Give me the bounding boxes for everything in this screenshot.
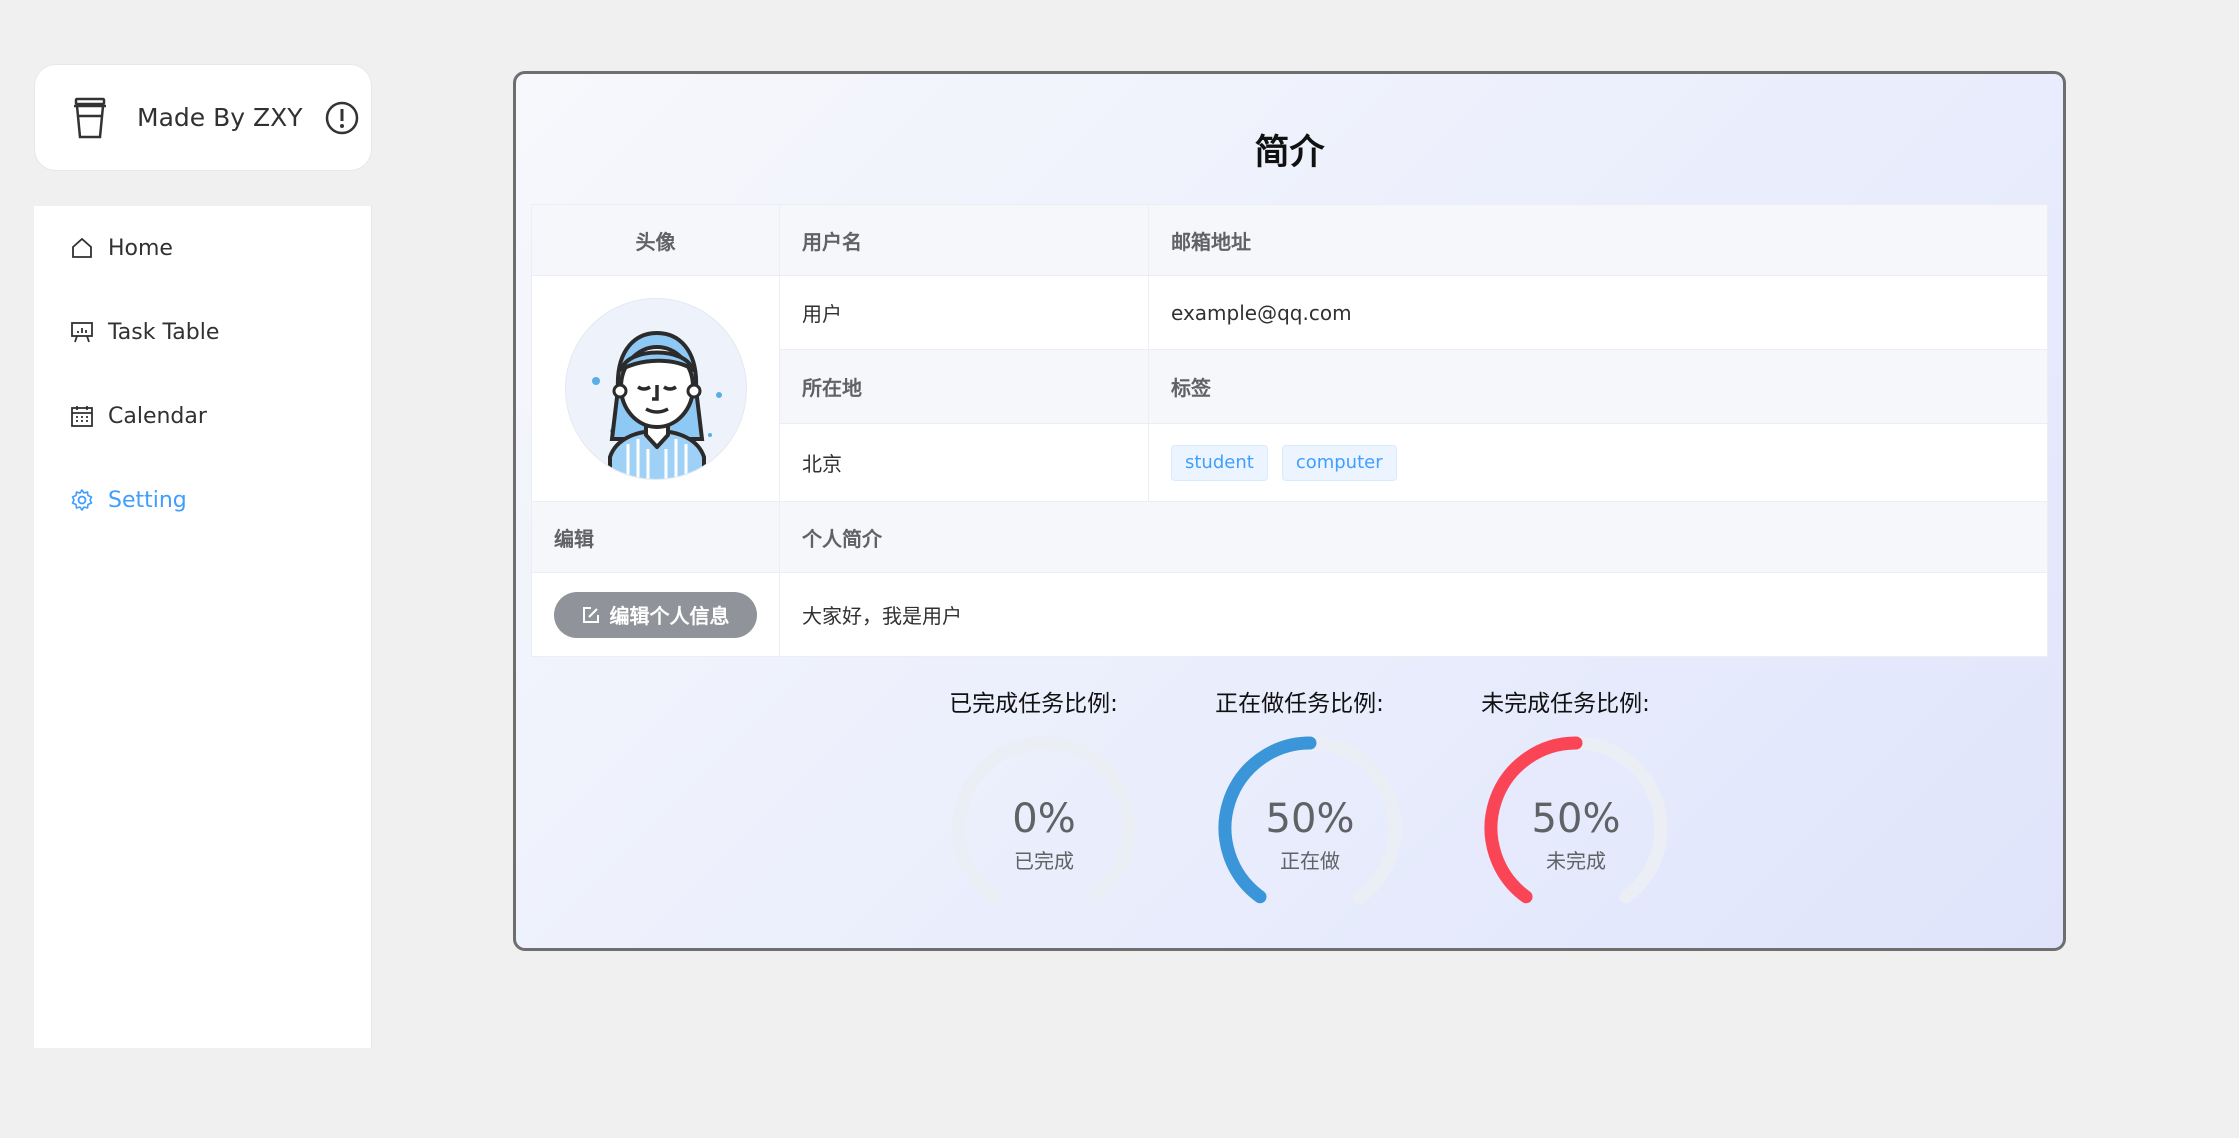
menu-item-home[interactable]: Home: [34, 206, 371, 290]
progress-percent: 0%: [1012, 796, 1075, 842]
bio-value: 大家好，我是用户: [779, 572, 2048, 657]
menu-item-label: Task Table: [108, 319, 220, 345]
calendar-icon: [71, 406, 93, 427]
tag-computer: computer: [1281, 444, 1397, 481]
tag-student: student: [1171, 444, 1268, 481]
edit-cell: 编辑个人信息: [531, 572, 780, 657]
username-value: 用户: [779, 275, 1149, 350]
brand-title: Made By ZXY: [137, 103, 303, 132]
menu-item-task-table[interactable]: Task Table: [34, 290, 371, 374]
tags-label: 标签: [1148, 349, 2048, 424]
progress-percent: 50%: [1265, 796, 1354, 842]
gear-icon: [71, 489, 93, 511]
edit-icon: [582, 606, 599, 623]
progress-caption: 未完成: [1546, 849, 1606, 873]
location-value: 北京: [779, 423, 1149, 502]
avatar: [564, 297, 747, 480]
username-label: 用户名: [779, 204, 1149, 276]
bio-label: 个人简介: [779, 501, 2048, 573]
progress-dashboard: 50% 未完成: [1484, 736, 1667, 904]
progress-dashboard: 0% 已完成: [952, 736, 1135, 904]
avatar-cell: [531, 275, 780, 502]
warning-circle-icon[interactable]: [325, 101, 359, 135]
side-menu: Home Task Table Calendar Setting: [34, 206, 372, 1048]
progress-completed: 已完成任务比例: 0% 已完成: [949, 684, 1137, 930]
email-label: 邮箱地址: [1148, 204, 2048, 276]
page-title: 简介: [1254, 133, 1325, 173]
progress-caption: 已完成: [1014, 849, 1074, 873]
menu-item-label: Home: [108, 235, 173, 261]
progress-label: 正在做任务比例:: [1215, 691, 1384, 717]
profile-descriptions: 头像 用户名 邮箱地址 用户 example@qq.com 所在地 标签 北京 …: [531, 204, 2048, 657]
edit-profile-button-label: 编辑个人信息: [609, 606, 730, 628]
menu-item-label: Setting: [108, 487, 187, 513]
progress-label: 未完成任务比例:: [1481, 691, 1650, 717]
progress-dashboard: 50% 正在做: [1218, 736, 1401, 904]
brand-card: Made By ZXY: [34, 64, 372, 171]
progress-row: 已完成任务比例: 0% 已完成 正在做任务比例: 50% 正在做 未完成任务比例: …: [516, 684, 2063, 930]
progress-percent: 50%: [1531, 796, 1620, 842]
progress-pending: 未完成任务比例: 50% 未完成: [1481, 684, 1669, 930]
email-value: example@qq.com: [1148, 275, 2048, 350]
cup-icon: [74, 97, 106, 138]
edit-label: 编辑: [531, 501, 780, 573]
edit-profile-button[interactable]: 编辑个人信息: [554, 591, 757, 638]
home-icon: [72, 237, 92, 258]
profile-card: 简介 头像 用户名 邮箱地址 用户 example@qq.com 所在地 标签 …: [513, 71, 2066, 951]
progress-doing: 正在做任务比例: 50% 正在做: [1215, 684, 1403, 930]
menu-item-label: Calendar: [108, 403, 207, 429]
progress-label: 已完成任务比例:: [949, 691, 1118, 717]
location-label: 所在地: [779, 349, 1149, 424]
avatar-label: 头像: [531, 204, 780, 276]
menu-item-setting[interactable]: Setting: [34, 458, 371, 542]
tags-value: student computer: [1148, 423, 2048, 502]
menu-item-calendar[interactable]: Calendar: [34, 374, 371, 458]
progress-caption: 正在做: [1280, 849, 1340, 873]
presentation-icon: [71, 322, 93, 343]
